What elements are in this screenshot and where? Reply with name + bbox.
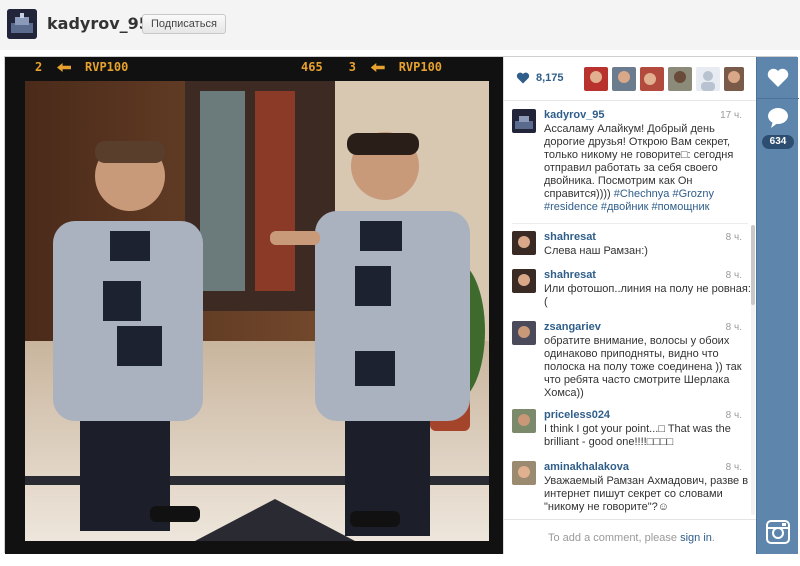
comment-count-badge: 634 bbox=[762, 135, 794, 149]
speech-bubble-icon bbox=[768, 108, 788, 128]
comment-text: I think I got your point...□ That was th… bbox=[544, 423, 731, 448]
liker-avatar[interactable] bbox=[640, 67, 664, 91]
film-arrow-icon bbox=[57, 63, 71, 72]
liker-avatar[interactable] bbox=[584, 67, 608, 91]
comment-text: обратите внимание, волосы у обоих одинак… bbox=[544, 335, 742, 399]
profile-username[interactable]: kadyrov_95 bbox=[47, 14, 150, 33]
follow-button[interactable]: Подписаться bbox=[142, 14, 226, 34]
comment-username[interactable]: aminakhalakova bbox=[544, 461, 629, 473]
comment-text: Или фотошоп..линия на полу не ровная:( bbox=[544, 283, 751, 308]
comment-item: aminakhalakova 8 ч. Уважаемый Рамзан Ахм… bbox=[512, 461, 752, 517]
avatar[interactable] bbox=[512, 269, 536, 293]
profile-header: kadyrov_95 Подписаться bbox=[0, 0, 800, 50]
comment-time: 8 ч. bbox=[725, 410, 742, 421]
comment-item: zsangariev 8 ч. обратите внимание, волос… bbox=[512, 321, 752, 399]
comment-username[interactable]: shahresat bbox=[544, 231, 596, 243]
comment-time: 8 ч. bbox=[725, 232, 742, 243]
add-comment-bar: To add a comment, please sign in. bbox=[504, 519, 757, 554]
comment-text: Уважаемый Рамзан Ахмадович, разве в инте… bbox=[544, 475, 749, 513]
liker-avatar[interactable] bbox=[724, 67, 744, 91]
heart-icon bbox=[767, 68, 789, 87]
caption-text: Ассаламу Алайкум! Добрый день дорогие др… bbox=[544, 123, 734, 213]
caption-entry: kadyrov_95 17 ч. Ассаламу Алайкум! Добры… bbox=[512, 109, 752, 219]
like-button[interactable] bbox=[757, 57, 799, 99]
avatar[interactable] bbox=[512, 409, 536, 433]
likes-row: 8,175 bbox=[504, 57, 757, 101]
avatar[interactable] bbox=[512, 461, 536, 485]
liker-avatar[interactable] bbox=[612, 67, 636, 91]
liker-avatar[interactable] bbox=[696, 67, 720, 91]
caption-username[interactable]: kadyrov_95 bbox=[544, 109, 605, 121]
likes-count[interactable]: 8,175 bbox=[536, 72, 564, 84]
post-card: 2 RVP100 465 3 RVP100 8,175 kadyrov_95 1… bbox=[4, 56, 799, 554]
instagram-icon[interactable] bbox=[765, 519, 791, 545]
comment-time: 8 ч. bbox=[725, 270, 742, 281]
comment-username[interactable]: shahresat bbox=[544, 269, 596, 281]
comment-time: 8 ч. bbox=[725, 322, 742, 333]
divider bbox=[512, 223, 748, 224]
comment-text: Слева наш Рамзан:) bbox=[544, 245, 648, 257]
comment-item: shahresat 8 ч. Или фотошоп..линия на пол… bbox=[512, 269, 752, 317]
action-rail: 634 bbox=[756, 57, 799, 554]
avatar[interactable] bbox=[7, 9, 37, 39]
comment-time: 8 ч. bbox=[725, 462, 742, 473]
heart-icon bbox=[516, 72, 530, 84]
sign-in-link[interactable]: sign in bbox=[680, 532, 712, 544]
avatar[interactable] bbox=[512, 231, 536, 255]
film-strip-label-left: 2 RVP100 bbox=[35, 60, 129, 74]
film-arrow-icon bbox=[370, 63, 385, 72]
comment-item: shahresat 8 ч. Слева наш Рамзан:) bbox=[512, 231, 752, 265]
caption-time: 17 ч. bbox=[720, 110, 742, 121]
avatar[interactable] bbox=[512, 109, 536, 133]
avatar[interactable] bbox=[512, 321, 536, 345]
comment-item: priceless024 8 ч. I think I got your poi… bbox=[512, 409, 752, 457]
comment-username[interactable]: zsangariev bbox=[544, 321, 601, 333]
post-photo[interactable] bbox=[25, 81, 489, 541]
liker-avatar[interactable] bbox=[668, 67, 692, 91]
film-strip-label-right: 465 3 RVP100 bbox=[301, 60, 443, 74]
comments-panel: 8,175 kadyrov_95 17 ч. Ассаламу Алайкум!… bbox=[503, 57, 757, 554]
comment-username[interactable]: priceless024 bbox=[544, 409, 610, 421]
photo-frame: 2 RVP100 465 3 RVP100 bbox=[5, 57, 503, 554]
